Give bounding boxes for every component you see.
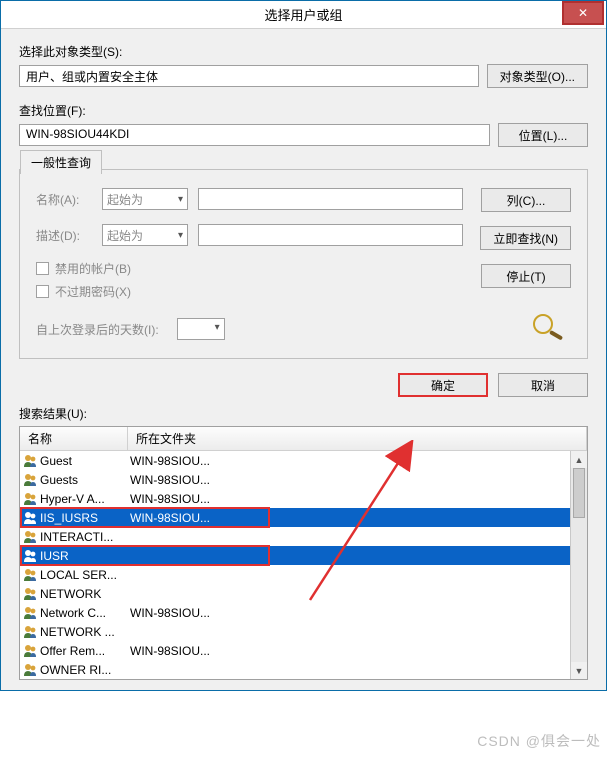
name-combo[interactable]: 起始为 xyxy=(102,188,188,210)
table-row[interactable]: GuestWIN-98SIOU... xyxy=(20,451,587,470)
disabled-accounts-checkbox[interactable] xyxy=(36,262,49,275)
group-icon xyxy=(22,491,38,507)
user-icon xyxy=(22,453,38,469)
desc-combo[interactable]: 起始为 xyxy=(102,224,188,246)
scrollbar[interactable]: ▲ ▼ xyxy=(570,451,587,679)
group-icon xyxy=(22,643,38,659)
user-icon xyxy=(22,662,38,678)
cell-name: IIS_IUSRS xyxy=(22,510,128,526)
table-row[interactable]: Offer Rem...WIN-98SIOU... xyxy=(20,641,587,660)
scroll-up-icon[interactable]: ▲ xyxy=(571,451,587,468)
group-icon xyxy=(22,472,38,488)
group-icon xyxy=(22,510,38,526)
cell-name: Guests xyxy=(22,472,128,488)
stop-button[interactable]: 停止(T) xyxy=(481,264,571,288)
cell-folder: WIN-98SIOU... xyxy=(128,511,587,525)
location-label: 查找位置(F): xyxy=(19,102,588,119)
close-button[interactable]: ✕ xyxy=(562,1,604,25)
object-type-input[interactable]: 用户、组或内置安全主体 xyxy=(19,65,479,87)
search-decor-icon xyxy=(527,310,571,340)
desc-label: 描述(D): xyxy=(36,227,92,244)
results-label: 搜索结果(U): xyxy=(19,405,588,422)
noexpire-checkbox[interactable] xyxy=(36,285,49,298)
cell-folder: WIN-98SIOU... xyxy=(128,473,587,487)
table-row[interactable]: GuestsWIN-98SIOU... xyxy=(20,470,587,489)
days-label: 自上次登录后的天数(I): xyxy=(36,321,159,338)
close-icon: ✕ xyxy=(578,6,588,20)
noexpire-label: 不过期密码(X) xyxy=(55,283,131,300)
group-icon xyxy=(22,567,38,583)
watermark: CSDN @俱会一处 xyxy=(477,731,601,751)
table-row[interactable]: OWNER RI... xyxy=(20,660,587,679)
name-input[interactable] xyxy=(198,188,463,210)
table-body: ▲ ▼ GuestWIN-98SIOU...GuestsWIN-98SIOU..… xyxy=(20,451,587,679)
group-icon xyxy=(22,529,38,545)
columns-button[interactable]: 列(C)... xyxy=(481,188,571,212)
cell-name: IUSR xyxy=(22,548,128,564)
cell-name: NETWORK ... xyxy=(22,624,128,640)
cell-folder: WIN-98SIOU... xyxy=(128,454,587,468)
location-input[interactable]: WIN-98SIOU44KDI xyxy=(19,124,490,146)
object-type-label: 选择此对象类型(S): xyxy=(19,43,588,60)
table-row[interactable]: IUSR xyxy=(20,546,587,565)
table-row[interactable]: Hyper-V A...WIN-98SIOU... xyxy=(20,489,587,508)
group-icon xyxy=(22,605,38,621)
table-header: 名称 所在文件夹 xyxy=(20,427,587,451)
scroll-thumb[interactable] xyxy=(573,468,585,518)
cell-name: Network C... xyxy=(22,605,128,621)
col-folder[interactable]: 所在文件夹 xyxy=(128,427,587,450)
tab-common-queries[interactable]: 一般性查询 xyxy=(20,150,102,174)
table-row[interactable]: NETWORK ... xyxy=(20,622,587,641)
dialog: 选择用户或组 ✕ 选择此对象类型(S): 用户、组或内置安全主体 对象类型(O)… xyxy=(0,0,607,691)
group-icon xyxy=(22,586,38,602)
cancel-button[interactable]: 取消 xyxy=(498,373,588,397)
cell-name: LOCAL SER... xyxy=(22,567,128,583)
cell-name: Hyper-V A... xyxy=(22,491,128,507)
table-row[interactable]: LOCAL SER... xyxy=(20,565,587,584)
disabled-accounts-label: 禁用的帐户(B) xyxy=(55,260,131,277)
cell-folder: WIN-98SIOU... xyxy=(128,492,587,506)
table-row[interactable]: Network C...WIN-98SIOU... xyxy=(20,603,587,622)
group-icon xyxy=(22,624,38,640)
cell-name: Offer Rem... xyxy=(22,643,128,659)
table-row[interactable]: IIS_IUSRSWIN-98SIOU... xyxy=(20,508,587,527)
ok-button[interactable]: 确定 xyxy=(398,373,488,397)
dialog-content: 选择此对象类型(S): 用户、组或内置安全主体 对象类型(O)... 查找位置(… xyxy=(1,29,606,690)
object-types-button[interactable]: 对象类型(O)... xyxy=(487,64,588,88)
cell-name: NETWORK xyxy=(22,586,128,602)
scroll-down-icon[interactable]: ▼ xyxy=(571,662,587,679)
table-row[interactable]: NETWORK xyxy=(20,584,587,603)
desc-input[interactable] xyxy=(198,224,463,246)
cell-name: OWNER RI... xyxy=(22,662,128,678)
cell-name: INTERACTI... xyxy=(22,529,128,545)
user-icon xyxy=(22,548,38,564)
titlebar: 选择用户或组 ✕ xyxy=(1,1,606,29)
cell-folder: WIN-98SIOU... xyxy=(128,644,587,658)
days-combo[interactable] xyxy=(177,318,225,340)
table-row[interactable]: INTERACTI... xyxy=(20,527,587,546)
dialog-title: 选择用户或组 xyxy=(1,5,606,24)
find-now-button[interactable]: 立即查找(N) xyxy=(480,226,571,250)
cell-folder: WIN-98SIOU... xyxy=(128,606,587,620)
locations-button[interactable]: 位置(L)... xyxy=(498,123,588,147)
col-name[interactable]: 名称 xyxy=(20,427,128,450)
name-label: 名称(A): xyxy=(36,191,92,208)
cell-name: Guest xyxy=(22,453,128,469)
common-queries-fieldset: 一般性查询 名称(A): 起始为 描述(D): 起始为 禁用 xyxy=(19,169,588,359)
results-table: 名称 所在文件夹 ▲ ▼ GuestWIN-98SIOU...GuestsWIN… xyxy=(19,426,588,680)
